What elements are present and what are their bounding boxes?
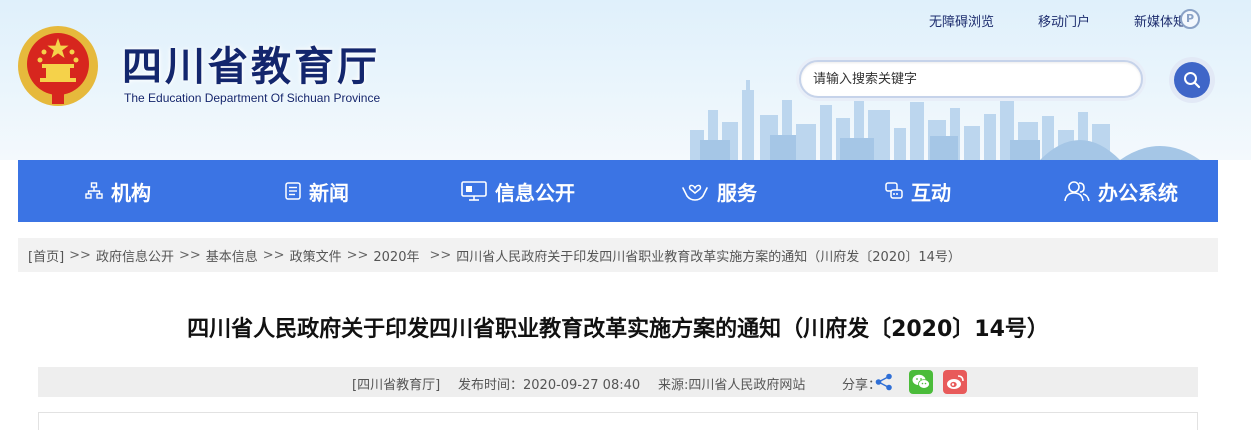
newspaper-icon <box>285 182 301 200</box>
weibo-icon[interactable] <box>943 370 967 394</box>
toplink-accessibility[interactable]: 无障碍浏览 <box>929 11 994 30</box>
toplink-mobile-portal[interactable]: 移动门户 <box>1038 11 1090 30</box>
breadcrumb-home[interactable]: [首页] <box>28 246 64 265</box>
site-subtitle: The Education Department Of Sichuan Prov… <box>124 91 381 105</box>
top-links: 无障碍浏览 移动门户 新媒体矩阵 <box>929 11 1199 30</box>
users-icon <box>1064 181 1090 202</box>
nav-item-services[interactable]: 服务 <box>681 160 757 222</box>
nav-item-office-system[interactable]: 办公系统 <box>1064 160 1178 222</box>
breadcrumb-gov-info-disclosure[interactable]: 政府信息公开 <box>96 246 174 265</box>
new-media-qr-icon[interactable]: P <box>1180 9 1200 29</box>
nav-item-news[interactable]: 新闻 <box>285 160 349 222</box>
nav-label: 服务 <box>717 180 757 205</box>
nav-label: 办公系统 <box>1098 180 1178 205</box>
hands-heart-icon <box>682 184 708 201</box>
national-emblem-icon <box>18 26 98 106</box>
breadcrumb-year-2020[interactable]: 2020年 <box>373 246 419 265</box>
nav-item-interaction[interactable]: 互动 <box>885 160 951 222</box>
site-title[interactable]: 四川省教育厅 <box>122 34 380 92</box>
meta-origin: 来源:四川省人民政府网站 <box>658 378 806 393</box>
search-button-inner <box>1174 62 1210 98</box>
wechat-icon[interactable] <box>909 370 933 394</box>
weibo-eye-icon <box>947 375 964 389</box>
article-title: 四川省人民政府关于印发四川省职业教育改革实施方案的通知（川府发〔2020〕14号… <box>187 317 1049 342</box>
nav-label: 互动 <box>911 180 951 205</box>
nav-label: 信息公开 <box>495 180 575 205</box>
breadcrumb-separator: >> <box>69 247 91 263</box>
article-content-frame <box>38 412 1198 430</box>
search-box <box>799 60 1143 98</box>
breadcrumb-separator: >> <box>262 247 285 263</box>
nav-label: 新闻 <box>309 180 349 205</box>
article-meta-bar: [四川省教育厅] 发布时间：2020-09-27 08:40 来源:四川省人民政… <box>38 367 1198 397</box>
chat-icon <box>885 182 903 199</box>
search-input[interactable] <box>801 62 1141 96</box>
org-chart-icon <box>85 182 103 199</box>
breadcrumb-separator: >> <box>346 247 369 263</box>
meta-publish-time: 发布时间：2020-09-27 08:40 <box>458 378 641 393</box>
breadcrumb-basic-info[interactable]: 基本信息 <box>206 246 258 265</box>
nav-label: 机构 <box>111 180 151 205</box>
site-header: 四川省教育厅 The Education Department Of Sichu… <box>0 0 1251 160</box>
breadcrumb-policy-documents[interactable]: 政策文件 <box>290 246 342 265</box>
search-button[interactable] <box>1169 57 1215 103</box>
main-nav: 机构 新闻 信息公开 服务 互动 办公系统 <box>18 160 1218 222</box>
breadcrumb-separator: >> <box>429 247 452 263</box>
nav-item-institutions[interactable]: 机构 <box>85 160 151 222</box>
nav-item-information-disclosure[interactable]: 信息公开 <box>461 160 575 222</box>
search-icon <box>1184 72 1201 89</box>
breadcrumb-current-article[interactable]: 四川省人民政府关于印发四川省职业教育改革实施方案的通知（川府发〔2020〕14号… <box>456 246 961 265</box>
breadcrumb: [首页] >> 政府信息公开 >> 基本信息 >> 政策文件 >> 2020年 … <box>18 238 1218 272</box>
share-icon[interactable] <box>874 373 894 391</box>
wechat-bubbles-icon <box>912 374 930 389</box>
meta-source-unit: [四川省教育厅] <box>352 378 441 393</box>
breadcrumb-separator: >> <box>178 247 201 263</box>
monitor-icon <box>461 181 487 201</box>
